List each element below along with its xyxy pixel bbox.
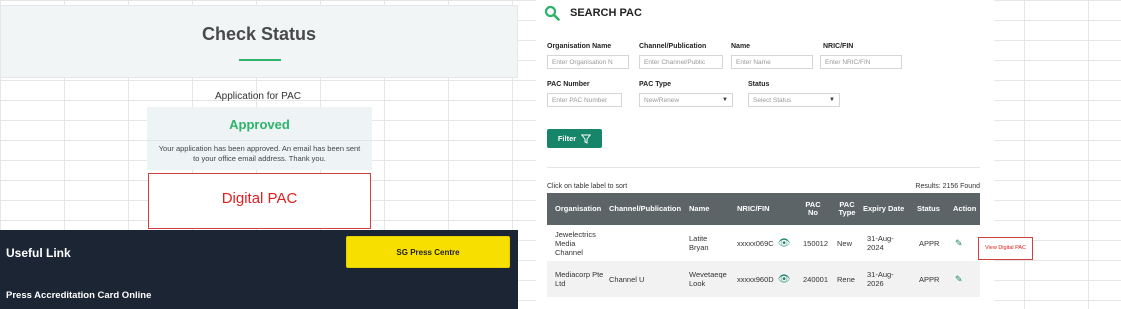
table-row: Mediacorp Pte Ltd Channel U Wevetaeqe Lo… [547, 261, 980, 297]
column-organisation[interactable]: Organisation [555, 193, 601, 225]
cell-organisation: Mediacorp Pte Ltd [555, 270, 604, 288]
column-name[interactable]: Name [689, 193, 709, 225]
search-icon [544, 5, 560, 21]
pencil-icon[interactable]: ✎ [955, 274, 963, 284]
nric-label: NRIC/FIN [823, 43, 854, 50]
search-pac-panel: SEARCH PAC Organisation Name Enter Organ… [536, 0, 994, 309]
sort-hint: Click on table label to sort [547, 183, 628, 190]
column-action[interactable]: Action [953, 193, 976, 225]
search-pac-title: SEARCH PAC [570, 7, 642, 19]
filter-button[interactable]: Filter [547, 129, 602, 148]
name-input[interactable]: Enter Name [731, 55, 813, 69]
card-divider [147, 140, 372, 141]
column-nric[interactable]: NRIC/FIN [737, 193, 770, 225]
column-pac-type[interactable]: PAC Type [837, 193, 857, 225]
pencil-icon[interactable]: ✎ [955, 238, 963, 248]
cell-status: APPR [919, 238, 940, 248]
cell-expiry: 31-Aug-2024 [867, 234, 894, 252]
column-expiry[interactable]: Expiry Date [863, 193, 904, 225]
column-channel[interactable]: Channel/Publication [609, 193, 681, 225]
divider [547, 167, 980, 168]
filter-button-label: Filter [557, 134, 577, 143]
column-status[interactable]: Status [917, 193, 940, 225]
status-label: Status [748, 81, 770, 88]
cell-expiry: 31-Aug-2026 [867, 270, 894, 288]
nric-input[interactable]: Enter NRIC/FIN [820, 55, 902, 69]
status-badge: Approved [229, 117, 290, 132]
search-pac-header: SEARCH PAC [544, 5, 642, 21]
cell-pac-type: Rene [837, 274, 855, 284]
channel-input[interactable]: Enter Channel/Public [639, 55, 723, 69]
digital-pac-label: Digital PAC [221, 190, 298, 207]
pac-number-input[interactable]: Enter PAC Number [547, 93, 622, 107]
cell-pac-no: 150012 [803, 238, 829, 248]
check-status-header: Check Status [0, 5, 518, 78]
results-count: Results: 2156 Found [915, 183, 980, 190]
useful-link-heading: Useful Link [6, 246, 71, 260]
press-card-online-link[interactable]: Press Accreditation Card Online [6, 290, 151, 301]
results-table: Organisation Channel/Publication Name NR… [547, 193, 980, 297]
nric-value: xxxxx069C [737, 238, 774, 248]
application-label: Application for PAC [215, 91, 301, 102]
eye-icon[interactable]: 👁︎ [778, 274, 791, 284]
pac-number-label: PAC Number [547, 81, 590, 88]
nric-value: xxxxx960D [737, 274, 774, 284]
status-select[interactable]: Select Status ▼ [748, 93, 840, 107]
chevron-down-icon: ▼ [722, 97, 728, 103]
eye-icon[interactable]: 👁︎ [778, 238, 791, 248]
pac-type-label: PAC Type [639, 81, 672, 88]
view-digital-pac-note[interactable]: View Digital PAC [978, 237, 1033, 260]
check-status-panel: Check Status Application for PAC Approve… [0, 0, 518, 309]
footer: Useful Link SG Press Centre Press Accred… [0, 230, 518, 309]
org-name-label: Organisation Name [547, 43, 612, 50]
chevron-down-icon: ▼ [829, 97, 835, 103]
cell-name: Latite Bryan [689, 234, 709, 252]
table-row: Jewelectrics Media Channel Latite Bryan … [547, 225, 980, 261]
sg-press-centre-button[interactable]: SG Press Centre [346, 236, 510, 268]
cell-channel: Channel U [609, 274, 645, 284]
status-card: Approved Your application has been appro… [147, 107, 372, 170]
cell-action: ✎ [955, 261, 963, 297]
cell-pac-no: 240001 [803, 274, 829, 284]
approval-message: Your application has been approved. An e… [158, 144, 361, 163]
pac-type-select[interactable]: New/Renew ▼ [639, 93, 733, 107]
column-pac-no[interactable]: PAC No [803, 193, 823, 225]
title-underline [239, 59, 281, 61]
filter-icon [581, 134, 592, 144]
cell-organisation: Jewelectrics Media Channel [555, 229, 596, 257]
cell-nric: xxxxx069C 👁︎ [737, 225, 790, 261]
page-title: Check Status [201, 24, 317, 44]
cell-action: ✎ [955, 225, 963, 261]
cell-pac-type: New [837, 238, 853, 248]
cell-nric: xxxxx960D 👁︎ [737, 261, 790, 297]
digital-pac-box[interactable]: Digital PAC [148, 173, 371, 229]
cell-status: APPR [919, 274, 940, 284]
channel-label: Channel/Publication [639, 43, 707, 50]
org-name-input[interactable]: Enter Organisation N [547, 55, 629, 69]
cell-name: Wevetaeqe Look [689, 270, 727, 288]
pac-type-value: New/Renew [644, 96, 680, 104]
name-label: Name [731, 43, 751, 50]
status-value: Select Status [753, 96, 792, 104]
table-header: Organisation Channel/Publication Name NR… [547, 193, 980, 225]
